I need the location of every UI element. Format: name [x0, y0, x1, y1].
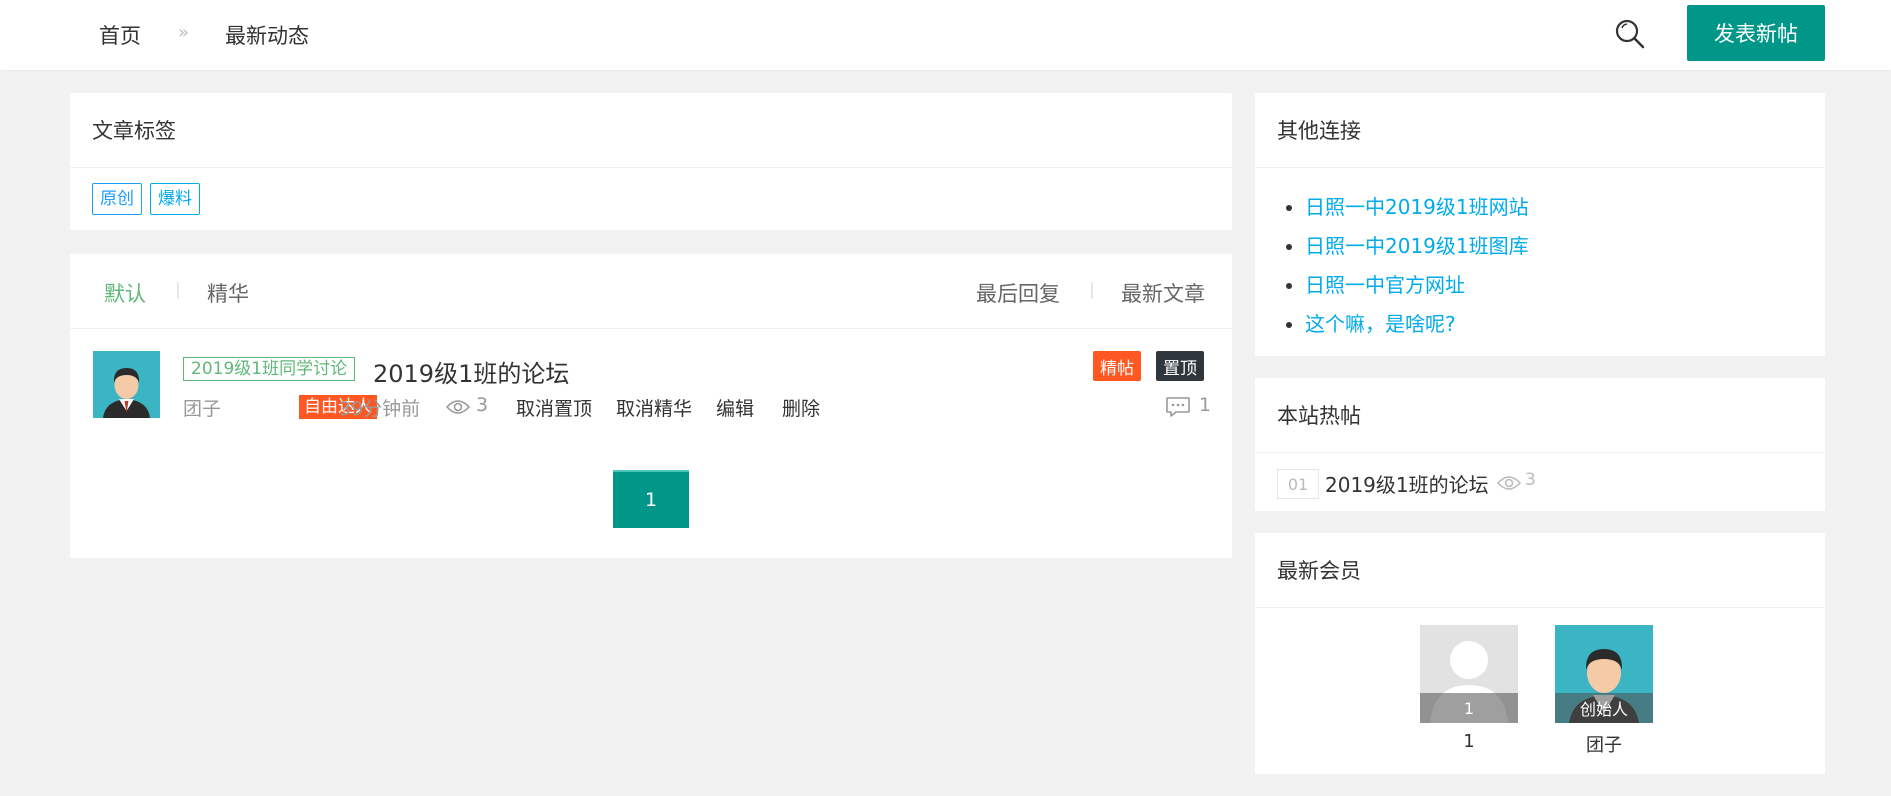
- male-avatar-icon: [93, 351, 160, 418]
- member-name[interactable]: 1: [1420, 731, 1518, 752]
- post-author[interactable]: 团子: [183, 394, 221, 421]
- link-official-site[interactable]: 日照一中官方网址: [1305, 266, 1825, 305]
- member-item[interactable]: 创始人 团子: [1555, 625, 1653, 757]
- eye-icon: [1497, 476, 1521, 490]
- hot-post-item[interactable]: 01 2019级1班的论坛 3: [1255, 453, 1825, 509]
- links-card-title: 其他连接: [1255, 93, 1825, 168]
- link-mystery[interactable]: 这个嘛，是啥呢?: [1305, 305, 1825, 344]
- breadcrumb-home[interactable]: 首页: [99, 20, 141, 50]
- hot-post-title[interactable]: 2019级1班的论坛: [1325, 469, 1489, 498]
- tags-card-title: 文章标签: [70, 93, 1232, 168]
- new-post-button[interactable]: 发表新帖: [1687, 5, 1825, 61]
- tag-original[interactable]: 原创: [92, 183, 142, 215]
- link-class-website[interactable]: 日照一中2019级1班网站: [1305, 188, 1825, 227]
- tag-scoop[interactable]: 爆料: [150, 183, 200, 215]
- hot-rank: 01: [1277, 469, 1319, 499]
- delete-action[interactable]: 删除: [782, 394, 820, 421]
- pinned-badge: 置顶: [1156, 351, 1204, 381]
- links-card: 其他连接 日照一中2019级1班网站 日照一中2019级1班图库 日照一中官方网…: [1255, 93, 1825, 356]
- comment-icon: [1166, 397, 1190, 417]
- post-title[interactable]: 2019级1班的论坛: [373, 354, 569, 389]
- members-card: 最新会员 1 1 创始人 团子: [1255, 533, 1825, 774]
- top-header: 首页 » 最新动态 发表新帖: [0, 0, 1891, 70]
- eye-icon: [446, 400, 470, 414]
- member-avatar[interactable]: 1: [1420, 625, 1518, 723]
- post-comments: 1: [1199, 394, 1212, 416]
- breadcrumb-separator: »: [178, 22, 190, 43]
- hot-posts-card: 本站热帖 01 2019级1班的论坛 3: [1255, 378, 1825, 511]
- breadcrumb-current[interactable]: 最新动态: [225, 20, 309, 50]
- search-icon[interactable]: [1614, 18, 1646, 50]
- member-avatar[interactable]: 创始人: [1555, 625, 1653, 723]
- member-label: 1: [1420, 693, 1518, 723]
- member-label: 创始人: [1555, 693, 1653, 723]
- hot-post-views: 3: [1525, 470, 1536, 490]
- post-time: 39分钟前: [339, 398, 421, 420]
- tag-list: 原创 爆料: [70, 168, 1232, 215]
- unfeature-action[interactable]: 取消精华: [616, 394, 692, 421]
- page-1-button[interactable]: 1: [613, 470, 689, 528]
- link-list: 日照一中2019级1班网站 日照一中2019级1班图库 日照一中官方网址 这个嘛…: [1255, 168, 1825, 344]
- unpin-action[interactable]: 取消置顶: [516, 394, 592, 421]
- edit-action[interactable]: 编辑: [716, 394, 754, 421]
- members-card-title: 最新会员: [1255, 533, 1825, 608]
- post-views: 3: [476, 394, 489, 416]
- author-avatar[interactable]: [93, 351, 160, 418]
- link-class-gallery[interactable]: 日照一中2019级1班图库: [1305, 227, 1825, 266]
- tags-card: 文章标签 原创 爆料: [70, 93, 1232, 230]
- post-category[interactable]: 2019级1班同学讨论: [183, 357, 356, 381]
- featured-badge: 精帖: [1093, 351, 1141, 381]
- member-item[interactable]: 1 1: [1420, 625, 1518, 752]
- member-name[interactable]: 团子: [1555, 731, 1653, 757]
- hot-card-title: 本站热帖: [1255, 378, 1825, 453]
